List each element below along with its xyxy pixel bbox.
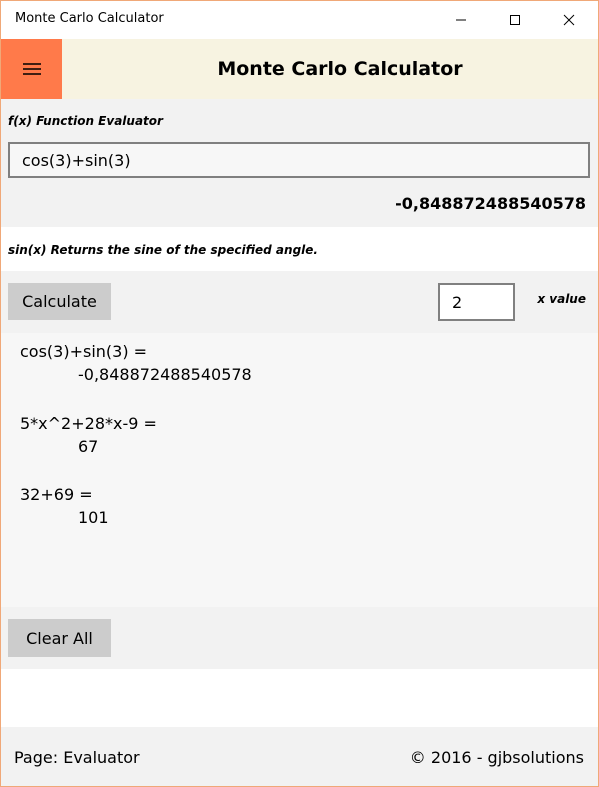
x-value-label: x value bbox=[537, 292, 586, 306]
result-item: cos(3)+sin(3) = -0,848872488540578 bbox=[20, 340, 252, 386]
page-title: Monte Carlo Calculator bbox=[217, 58, 463, 80]
maximize-button[interactable] bbox=[492, 1, 538, 39]
title-bar: Monte Carlo Calculator bbox=[1, 1, 598, 39]
page-indicator: Page: Evaluator bbox=[14, 748, 140, 767]
minimize-icon bbox=[456, 19, 466, 21]
window-title: Monte Carlo Calculator bbox=[15, 11, 164, 26]
result-expression: 32+69 = bbox=[20, 485, 93, 504]
x-value-input[interactable] bbox=[438, 283, 515, 321]
evaluator-result: -0,848872488540578 bbox=[395, 194, 586, 213]
result-expression: 5*x^2+28*x-9 = bbox=[20, 414, 157, 433]
footer: Page: Evaluator © 2016 - gjbsolutions bbox=[1, 727, 598, 786]
result-expression: cos(3)+sin(3) = bbox=[20, 342, 148, 361]
close-button[interactable] bbox=[546, 1, 592, 39]
evaluator-label: f(x) Function Evaluator bbox=[8, 114, 163, 128]
result-item: 32+69 = 101 bbox=[20, 483, 109, 529]
function-input[interactable] bbox=[8, 142, 590, 178]
close-icon bbox=[563, 14, 575, 26]
results-list: cos(3)+sin(3) = -0,848872488540578 5*x^2… bbox=[1, 333, 598, 607]
maximize-icon bbox=[510, 15, 520, 25]
clear-all-button[interactable]: Clear All bbox=[8, 619, 111, 657]
hamburger-icon bbox=[22, 63, 41, 75]
menu-button[interactable] bbox=[1, 39, 62, 99]
function-description: sin(x) Returns the sine of the specified… bbox=[8, 243, 318, 257]
app-header: Monte Carlo Calculator bbox=[1, 39, 598, 99]
calculate-button[interactable]: Calculate bbox=[8, 283, 111, 320]
description-panel: sin(x) Returns the sine of the specified… bbox=[1, 227, 598, 271]
app-window: Monte Carlo Calculator Monte Carlo Calcu… bbox=[0, 0, 599, 787]
clear-row: Clear All bbox=[1, 607, 598, 669]
copyright-text: © 2016 - gjbsolutions bbox=[409, 748, 584, 767]
result-value: 101 bbox=[78, 508, 109, 527]
minimize-button[interactable] bbox=[438, 1, 484, 39]
spacer bbox=[1, 669, 598, 727]
result-value: 67 bbox=[78, 437, 99, 456]
calculate-row: Calculate x value bbox=[1, 271, 598, 333]
evaluator-panel: f(x) Function Evaluator -0,8488724885405… bbox=[1, 99, 598, 227]
result-value: -0,848872488540578 bbox=[78, 365, 252, 384]
result-item: 5*x^2+28*x-9 = 67 bbox=[20, 412, 157, 458]
